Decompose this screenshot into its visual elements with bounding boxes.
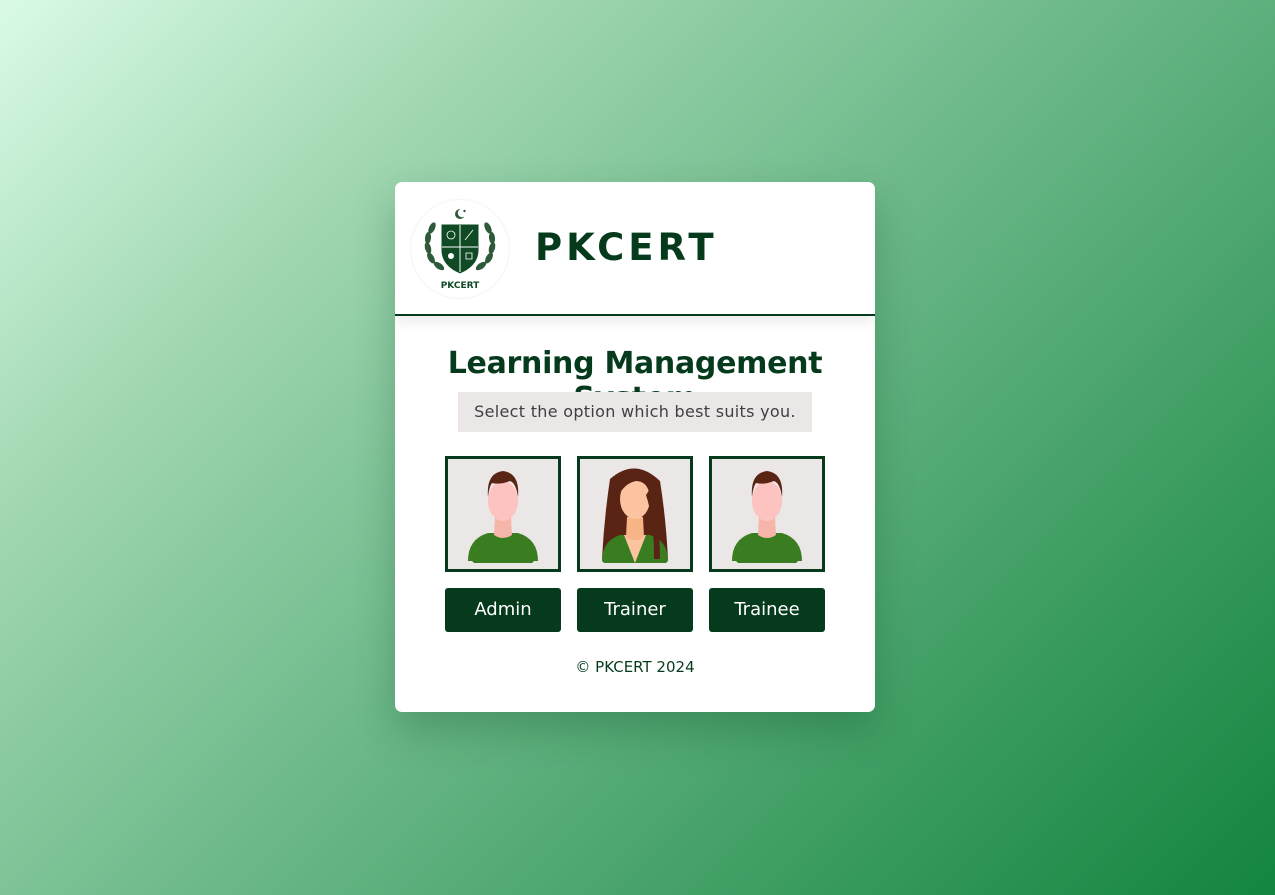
instruction-text: Select the option which best suits you.: [458, 392, 812, 432]
trainer-avatar[interactable]: [577, 456, 693, 572]
card-header: PKCERT PKCERT: [395, 182, 875, 316]
role-option-trainer[interactable]: Trainer: [577, 456, 693, 632]
trainee-button[interactable]: Trainee: [709, 588, 825, 632]
trainee-avatar[interactable]: [709, 456, 825, 572]
trainer-button[interactable]: Trainer: [577, 588, 693, 632]
male-avatar-icon: [468, 471, 538, 563]
admin-avatar[interactable]: [445, 456, 561, 572]
female-avatar-icon: [602, 468, 668, 563]
pkcert-logo: PKCERT: [411, 200, 509, 298]
male-avatar-icon: [732, 471, 802, 563]
role-option-admin[interactable]: Admin: [445, 456, 561, 632]
brand-name: PKCERT: [535, 226, 718, 269]
logo-caption: PKCERT: [441, 281, 480, 291]
pkcert-crest-icon: PKCERT: [424, 208, 496, 291]
copyright-footer: © PKCERT 2024: [575, 658, 695, 676]
admin-button[interactable]: Admin: [445, 588, 561, 632]
role-selection-card: PKCERT PKCERT Learning Management System…: [395, 182, 875, 712]
role-option-trainee[interactable]: Trainee: [709, 456, 825, 632]
